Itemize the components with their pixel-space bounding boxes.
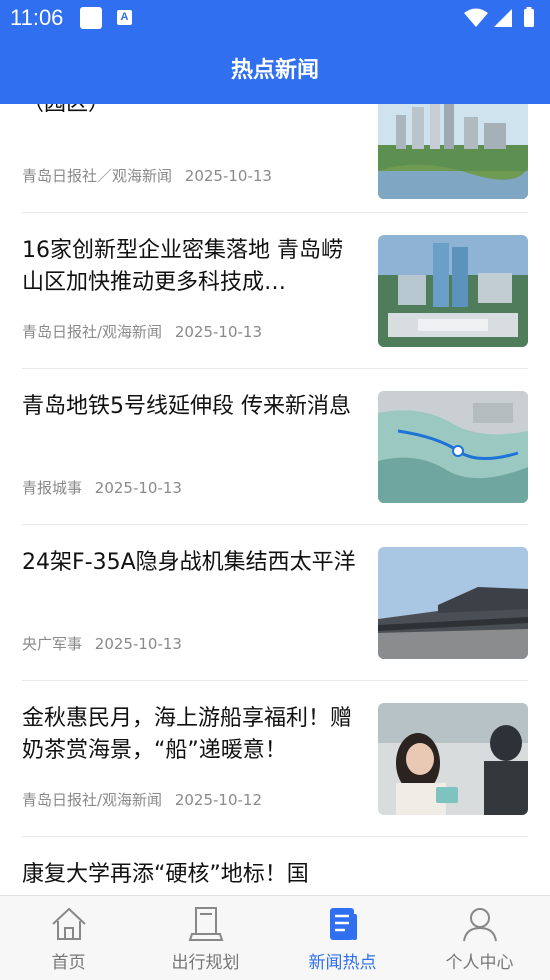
news-icon — [329, 908, 357, 940]
news-meta: 青报城事 2025-10-13 — [22, 477, 190, 498]
news-item[interactable]: 金秋惠民月，海上游船享福利！赠奶茶赏海景，“船”递暖意！ 青岛日报社/观海新闻 … — [22, 681, 528, 837]
news-source: 青岛日报社／观海新闻 — [22, 167, 173, 185]
news-source: 青岛日报社/观海新闻 — [22, 323, 163, 341]
battery-icon — [524, 9, 534, 27]
news-list[interactable]: 青岛新增24家省级绿色制造企业（园区） 青岛日报社／观海新闻 2025-10-1… — [0, 104, 550, 895]
ferry-passengers-photo — [378, 703, 528, 815]
system-status-icons — [464, 7, 534, 27]
fighter-jets-photo — [378, 547, 528, 659]
status-time: 11:06 — [10, 5, 64, 30]
news-title: 24架F-35A隐身战机集结西太平洋 — [22, 550, 356, 575]
aerial-city-photo — [378, 235, 528, 347]
nav-profile[interactable]: 个人中心 — [411, 896, 548, 980]
nav-label: 出行规划 — [171, 953, 240, 973]
nav-home[interactable]: 首页 — [0, 896, 137, 980]
page-title: 热点新闻 — [230, 58, 319, 83]
news-item[interactable]: 康复大学再添“硬核”地标！国 — [22, 837, 528, 895]
nav-news[interactable]: 新闻热点 — [274, 896, 411, 980]
news-date: 2025-10-13 — [174, 323, 263, 341]
news-meta: 央广军事 2025-10-13 — [22, 633, 190, 654]
news-item[interactable]: 16家创新型企业密集落地 青岛崂山区加快推动更多科技成… 青岛日报社/观海新闻 … — [22, 213, 528, 369]
news-source: 青报城事 — [22, 479, 83, 497]
news-date: 2025-10-13 — [94, 635, 182, 653]
nav-label: 个人中心 — [445, 953, 514, 973]
news-meta: 青岛日报社/观海新闻 2025-10-13 — [22, 321, 270, 342]
travel-plan-icon — [188, 907, 223, 941]
home-icon — [51, 907, 86, 940]
nav-travel-plan[interactable]: 出行规划 — [137, 896, 274, 980]
news-item[interactable]: 24架F-35A隐身战机集结西太平洋 央广军事 2025-10-13 — [22, 525, 528, 681]
news-title: 康复大学再添“硬核”地标！国 — [22, 862, 309, 887]
news-item[interactable]: 青岛地铁5号线延伸段 传来新消息 青报城事 2025-10-13 — [22, 369, 528, 525]
app-bar: 热点新闻 — [0, 37, 550, 104]
bottom-nav: 首页 出行规划 新闻热点 个人中心 — [0, 895, 550, 980]
news-meta: 青岛日报社／观海新闻 2025-10-13 — [22, 165, 280, 186]
wifi-icon — [464, 8, 488, 27]
news-date: 2025-10-13 — [94, 479, 182, 497]
news-date: 2025-10-13 — [184, 167, 272, 185]
signal-icon — [494, 9, 512, 27]
news-source: 央广军事 — [22, 635, 83, 653]
app-notification-icon: A — [117, 10, 132, 25]
status-bar: 11:06 A — [0, 0, 550, 37]
news-title: 青岛新增24家省级绿色制造企业（园区） — [22, 104, 362, 137]
news-meta: 青岛日报社/观海新闻 2025-10-12 — [22, 789, 270, 810]
news-item[interactable]: 青岛新增24家省级绿色制造企业（园区） 青岛日报社／观海新闻 2025-10-1… — [22, 104, 528, 213]
profile-icon — [462, 908, 497, 942]
city-waterfront-photo — [378, 104, 528, 199]
satellite-map-photo — [378, 391, 528, 503]
nav-label: 新闻热点 — [308, 953, 377, 973]
nav-label: 首页 — [51, 953, 86, 973]
news-title: 金秋惠民月，海上游船享福利！赠奶茶赏海景，“船”递暖意！ — [22, 706, 353, 763]
news-title: 16家创新型企业密集落地 青岛崂山区加快推动更多科技成… — [22, 238, 343, 295]
news-source: 青岛日报社/观海新闻 — [22, 791, 163, 809]
news-date: 2025-10-12 — [174, 791, 263, 809]
news-title: 青岛地铁5号线延伸段 传来新消息 — [22, 394, 351, 419]
notification-square-icon — [80, 7, 102, 29]
